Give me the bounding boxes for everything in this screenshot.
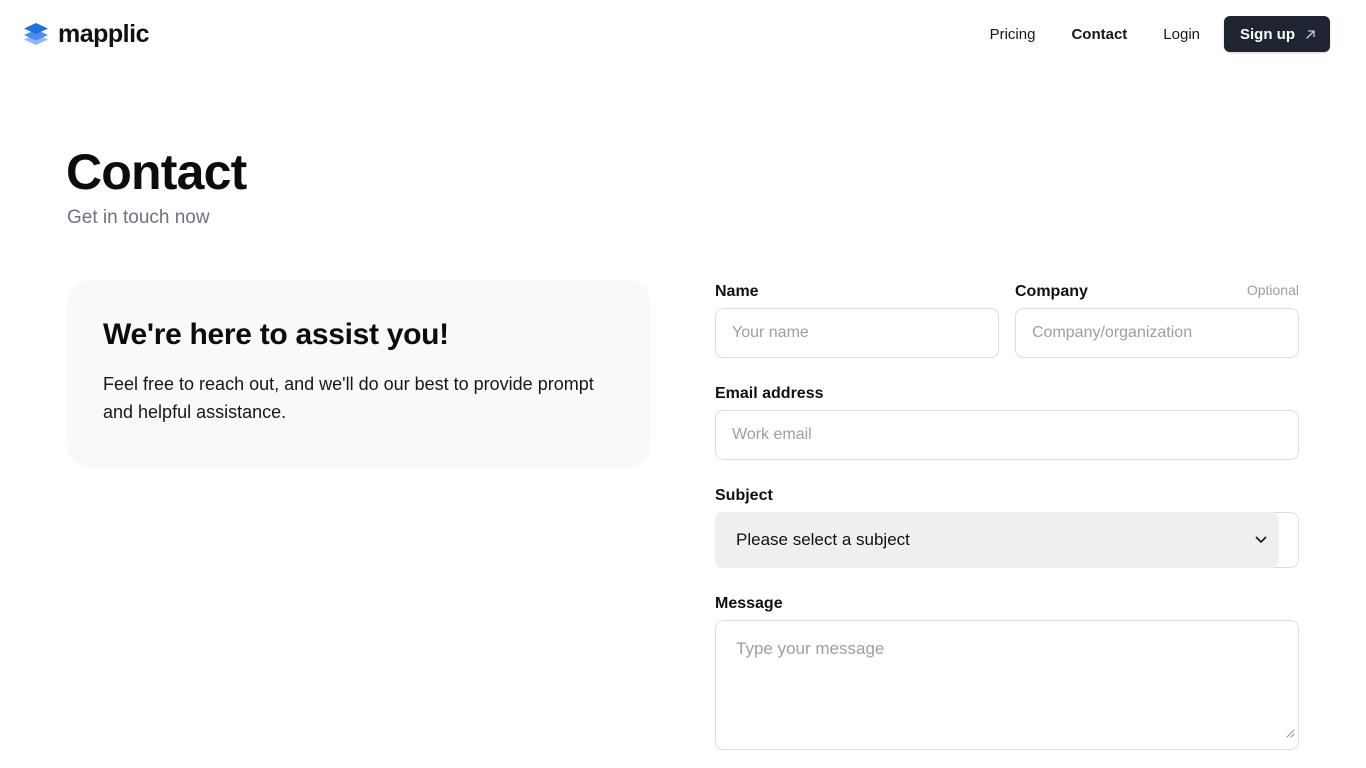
email-input[interactable] xyxy=(715,410,1299,460)
arrow-up-right-icon xyxy=(1306,29,1315,39)
company-label: Company xyxy=(1015,283,1088,300)
page-title: Contact xyxy=(66,144,247,200)
page-subtitle: Get in touch now xyxy=(67,207,210,228)
info-card: We're here to assist you! Feel free to r… xyxy=(67,280,651,468)
logo-link[interactable]: mapplic xyxy=(23,20,149,49)
signup-button[interactable]: Sign up xyxy=(1224,16,1330,52)
subject-select-wrapper: Please select a subject xyxy=(715,512,1299,568)
subject-select[interactable]: Please select a subject xyxy=(715,512,1279,568)
main-nav: Pricing Contact Login Sign up xyxy=(990,16,1330,52)
email-label: Email address xyxy=(715,385,824,402)
brand-name: mapplic xyxy=(58,20,149,48)
site-header: mapplic Pricing Contact Login Sign up xyxy=(0,0,1366,68)
subject-selected-value: Please select a subject xyxy=(736,530,910,549)
nav-contact-link[interactable]: Contact xyxy=(1071,26,1127,43)
signup-button-label: Sign up xyxy=(1240,25,1295,43)
info-card-title: We're here to assist you! xyxy=(103,318,449,351)
layers-icon xyxy=(24,23,48,45)
resize-handle-icon[interactable] xyxy=(1285,728,1295,738)
nav-pricing-link[interactable]: Pricing xyxy=(990,26,1036,43)
name-input[interactable] xyxy=(715,308,999,358)
nav-login-link[interactable]: Login xyxy=(1163,26,1200,43)
message-label: Message xyxy=(715,595,783,612)
company-input[interactable] xyxy=(1015,308,1299,358)
chevron-down-icon xyxy=(1255,536,1267,543)
subject-label: Subject xyxy=(715,487,773,504)
name-label: Name xyxy=(715,283,759,300)
info-card-text: Feel free to reach out, and we'll do our… xyxy=(103,374,594,422)
company-optional-hint: Optional xyxy=(1246,282,1299,298)
message-textarea[interactable] xyxy=(715,620,1299,750)
